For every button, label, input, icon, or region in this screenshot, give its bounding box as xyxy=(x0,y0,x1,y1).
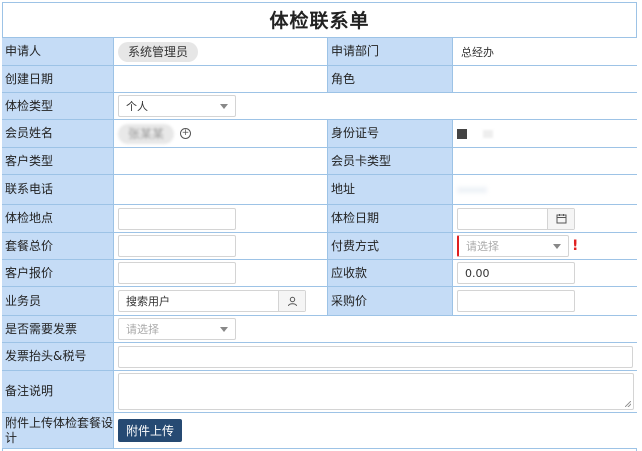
package-total-input[interactable] xyxy=(118,235,236,257)
label-customer-type: 客户类型 xyxy=(2,148,114,174)
label-department: 申请部门 xyxy=(328,38,453,65)
invoice-needed-cell: 请选择 xyxy=(114,316,637,342)
receivable-cell: 0.00 xyxy=(453,260,637,286)
payment-method-cell: 请选择 ! xyxy=(453,233,637,259)
calendar-icon[interactable] xyxy=(547,208,574,229)
chevron-down-icon xyxy=(553,243,561,249)
label-exam-type: 体检类型 xyxy=(2,93,114,119)
label-attachment: 附件上传体检套餐设计 xyxy=(2,413,114,448)
label-exam-date: 体检日期 xyxy=(328,205,453,232)
exam-date-input[interactable] xyxy=(457,207,575,230)
chevron-down-icon xyxy=(220,326,228,332)
payment-method-placeholder: 请选择 xyxy=(466,240,499,253)
label-role: 角色 xyxy=(328,66,453,92)
label-create-date: 创建日期 xyxy=(2,66,114,92)
invoice-needed-select[interactable]: 请选择 xyxy=(118,318,236,340)
row-salesperson: 业务员 搜索用户 采购价 xyxy=(2,287,637,316)
row-phone: 联系电话 地址 xyxy=(2,175,637,205)
customer-quote-input[interactable] xyxy=(118,262,236,284)
row-create-date: 创建日期 角色 xyxy=(2,66,637,93)
contact-form: 体检联系单 申请人 系统管理员 申请部门 总经办 创建日期 角色 体检类型 个人… xyxy=(0,0,642,451)
label-payment-method: 付费方式 xyxy=(328,233,453,259)
exam-type-selected: 个人 xyxy=(126,100,148,113)
id-number-cell xyxy=(453,120,637,147)
department-value: 总经办 xyxy=(461,45,494,59)
payment-method-select[interactable]: 请选择 xyxy=(457,235,569,257)
label-salesperson: 业务员 xyxy=(2,287,114,315)
address-cell xyxy=(453,175,637,204)
chevron-down-icon xyxy=(220,103,228,109)
salesperson-cell: 搜索用户 xyxy=(114,287,328,315)
invoice-needed-placeholder: 请选择 xyxy=(126,323,159,336)
row-exam-type: 体检类型 个人 xyxy=(2,93,637,120)
page-title: 体检联系单 xyxy=(2,2,637,38)
receivable-input[interactable]: 0.00 xyxy=(457,262,575,284)
label-customer-quote: 客户报价 xyxy=(2,260,114,286)
label-id-number: 身份证号 xyxy=(328,120,453,147)
row-attachment: 附件上传体检套餐设计 附件上传 xyxy=(2,413,637,449)
row-invoice-needed: 是否需要发票 请选择 xyxy=(2,316,637,343)
label-invoice-title: 发票抬头&税号 xyxy=(2,343,114,370)
upload-attachment-button[interactable]: 附件上传 xyxy=(118,419,183,442)
label-exam-location: 体检地点 xyxy=(2,205,114,232)
attachment-cell: 附件上传 xyxy=(114,413,637,448)
row-remarks: 备注说明 xyxy=(2,371,637,413)
redacted-mark xyxy=(457,128,467,139)
label-invoice-needed: 是否需要发票 xyxy=(2,316,114,342)
row-applicant: 申请人 系统管理员 申请部门 总经办 xyxy=(2,38,637,66)
salesperson-placeholder: 搜索用户 xyxy=(126,295,170,308)
create-date-value xyxy=(114,66,328,92)
purchase-price-cell xyxy=(453,287,637,315)
exam-type-select[interactable]: 个人 xyxy=(118,95,236,117)
row-exam-location: 体检地点 体检日期 xyxy=(2,205,637,233)
invoice-title-cell xyxy=(114,343,637,370)
exam-type-cell: 个人 xyxy=(114,93,637,119)
member-name-cell: 张某某 + xyxy=(114,120,328,147)
phone-value xyxy=(114,175,328,204)
redacted-address xyxy=(457,186,487,193)
redacted-mark-light xyxy=(483,129,493,138)
package-total-cell xyxy=(114,233,328,259)
label-package-total: 套餐总价 xyxy=(2,233,114,259)
label-receivable: 应收款 xyxy=(328,260,453,286)
row-customer-quote: 客户报价 应收款 0.00 xyxy=(2,260,637,287)
label-phone: 联系电话 xyxy=(2,175,114,204)
customer-quote-cell xyxy=(114,260,328,286)
customer-type-value xyxy=(114,148,328,174)
exam-location-input[interactable] xyxy=(118,207,236,230)
resize-handle-icon[interactable] xyxy=(625,401,631,407)
remarks-textarea[interactable] xyxy=(118,373,634,410)
role-value xyxy=(453,66,637,92)
department-cell: 总经办 xyxy=(453,38,637,65)
invoice-title-input[interactable] xyxy=(118,345,633,368)
salesperson-search-input[interactable]: 搜索用户 xyxy=(118,290,306,312)
member-name-chip[interactable]: 张某某 xyxy=(118,123,175,144)
row-invoice-title: 发票抬头&税号 xyxy=(2,343,637,371)
row-package-total: 套餐总价 付费方式 请选择 ! xyxy=(2,233,637,260)
exam-date-cell xyxy=(453,205,637,232)
label-applicant: 申请人 xyxy=(2,38,114,65)
label-member-name: 会员姓名 xyxy=(2,120,114,147)
user-icon[interactable] xyxy=(278,291,305,311)
applicant-cell: 系统管理员 xyxy=(114,38,328,65)
purchase-price-input[interactable] xyxy=(457,290,575,312)
remarks-cell xyxy=(114,371,637,412)
applicant-chip[interactable]: 系统管理员 xyxy=(118,41,199,62)
card-type-value xyxy=(453,148,637,174)
label-remarks: 备注说明 xyxy=(2,371,114,412)
row-member-name: 会员姓名 张某某 + 身份证号 xyxy=(2,120,637,148)
label-card-type: 会员卡类型 xyxy=(328,148,453,174)
plus-circle-icon[interactable]: + xyxy=(180,128,192,139)
exam-location-cell xyxy=(114,205,328,232)
label-address: 地址 xyxy=(328,175,453,204)
label-purchase-price: 采购价 xyxy=(328,287,453,315)
required-mark: ! xyxy=(572,238,579,254)
row-customer-type: 客户类型 会员卡类型 xyxy=(2,148,637,175)
